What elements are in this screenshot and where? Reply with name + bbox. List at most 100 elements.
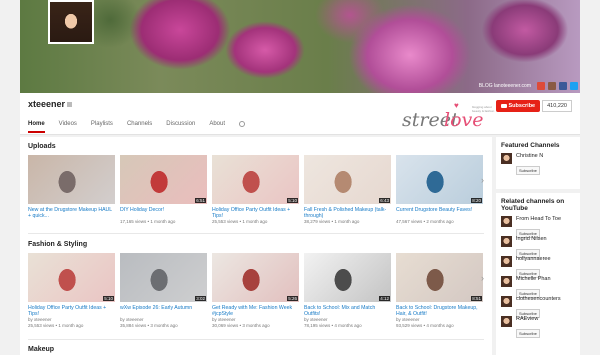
channel-item-name[interactable]: hollyannaeree [516,256,551,262]
search-icon[interactable] [239,121,245,127]
related-list: From Head To Toe Subscribe Ingrid Nilsen Su… [496,214,580,338]
avatar[interactable] [501,276,512,287]
video-title[interactable]: wXw Episode 26: Early Autumn [120,305,207,317]
video-meta: 47,567 views • 2 months ago [396,219,454,224]
video-card[interactable]: 5:26 Get Ready with Me: Fashion Week #jcp… [212,253,299,328]
video-meta: 25,553 views • 1 month ago [28,322,84,328]
video-title[interactable]: New at the Drugstore Makeup HAUL + quick… [28,207,115,219]
instagram-icon[interactable] [548,82,556,90]
next-arrow-icon[interactable]: › [481,273,489,287]
channel-item[interactable]: Christine N Subscribe [496,151,580,175]
video-card[interactable]: New at the Drugstore Makeup HAUL + quick… [28,155,115,225]
avatar[interactable] [501,316,512,327]
facebook-icon[interactable] [559,82,567,90]
video-card[interactable]: 6:43 Fall Fresh & Polished Makeup (talk-t… [304,155,391,225]
subscribe-button[interactable]: Subscribe [516,166,540,175]
channel-tabs: Home Videos Playlists Channels Discussio… [28,121,245,133]
video-card[interactable]: 6:51 DIY Holiday Decor! 17,165 views • 1 m… [120,155,207,225]
video-duration: 5:26 [287,296,298,301]
video-title[interactable]: Back to School: Mix and Match Outfits! [304,305,391,317]
video-card[interactable]: 8:20 Current Drugstore Beauty Faves! 47,56… [396,155,483,225]
related-title: Related channels on YouTube [501,198,565,212]
video-card[interactable]: 8:51 Back to School: Drugstore Makeup, Ha… [396,253,483,328]
tab-channels[interactable]: Channels [127,121,152,133]
channel-item-name[interactable]: From Head To Toe [516,216,561,222]
video-duration: 3:02 [195,296,206,301]
video-duration: 8:51 [471,296,482,301]
channel-item-name[interactable]: Christine N [516,153,543,159]
video-thumbnail[interactable]: 5:26 [212,253,299,302]
channel-item[interactable]: RAEview Subscribe [496,314,580,338]
twitter-icon[interactable] [570,82,578,90]
tab-discussion[interactable]: Discussion [166,121,195,133]
verified-icon [67,102,73,108]
video-card[interactable]: 5:10 Holiday Office Party Outfit Ideas + … [28,253,115,328]
video-title[interactable]: Holiday Office Party Outfit Ideas + Tips… [212,207,299,219]
video-thumbnail[interactable]: 6:43 [304,155,391,204]
avatar[interactable] [501,296,512,307]
main-content: Uploads New at the Drugstore Makeup HAUL… [20,137,492,355]
tab-home[interactable]: Home [28,121,45,133]
video-card[interactable]: 4:12 Back to School: Mix and Match Outfit… [304,253,391,328]
blog-link[interactable]: BLOG lanoteeener.com [479,83,531,89]
channel-header: xteeener Home Videos Playlists Channels … [20,93,580,135]
channel-avatar[interactable] [48,0,94,44]
video-duration: 6:51 [195,198,206,203]
video-duration: 4:12 [379,296,390,301]
tab-playlists[interactable]: Playlists [91,121,113,133]
video-card[interactable]: 3:02 wXw Episode 26: Early Autumn by xteee… [120,253,207,328]
section-title-makeup[interactable]: Makeup [28,346,54,353]
channel-item[interactable]: Michelle Phan Subscribe [496,274,580,298]
video-meta: 78,195 views • 4 months ago [304,322,362,328]
section-title-fashion[interactable]: Fashion & Styling [28,241,87,248]
video-meta: 17,165 views • 1 month ago [120,219,176,224]
channel-item-name[interactable]: Michelle Phan [516,276,551,282]
youtube-icon [500,104,507,108]
tab-about[interactable]: About [209,121,225,133]
video-thumbnail[interactable]: 8:20 [396,155,483,204]
channel-banner: BLOG lanoteeener.com [20,0,580,93]
divider [28,339,484,340]
subscriber-count: 410,220 [542,100,572,112]
channel-item-name[interactable]: clothesencounters [516,296,561,302]
video-title[interactable]: Get Ready with Me: Fashion Week #jcpStyl… [212,305,299,317]
channel-item[interactable]: From Head To Toe Subscribe [496,214,580,238]
subscribe-button[interactable]: Subscribe [495,100,541,112]
channel-item-name[interactable]: Ingrid Nilsen [516,236,547,242]
google-plus-icon[interactable] [537,82,545,90]
video-title[interactable]: DIY Holiday Decor! [120,207,207,219]
next-arrow-icon[interactable]: › [481,175,489,189]
video-thumbnail[interactable]: 8:51 [396,253,483,302]
section-title-uploads[interactable]: Uploads [28,143,56,150]
video-thumbnail[interactable]: 4:12 [304,253,391,302]
video-card[interactable]: 5:10 Holiday Office Party Outfit Ideas + … [212,155,299,225]
related-channels: Related channels on YouTube From Head To… [496,193,580,355]
channel-item[interactable]: Ingrid Nilsen Subscribe [496,234,580,258]
channel-item-name[interactable]: RAEview [516,316,540,322]
video-thumbnail[interactable]: 5:10 [28,253,115,302]
video-duration: 5:10 [103,296,114,301]
video-thumbnail[interactable]: 3:02 [120,253,207,302]
video-thumbnail[interactable]: 5:10 [212,155,299,204]
avatar[interactable] [501,236,512,247]
video-meta: 93,529 views • 4 months ago [396,322,454,328]
video-title[interactable]: Fall Fresh & Polished Makeup (talk-throu… [304,207,391,219]
avatar[interactable] [501,256,512,267]
channel-item[interactable]: clothesencounters Subscribe [496,294,580,318]
avatar[interactable] [501,216,512,227]
video-thumbnail[interactable] [28,155,115,204]
channel-item[interactable]: hollyannaeree Subscribe [496,254,580,278]
featured-channels: Featured Channels Christine N Subscribe [496,137,580,189]
streetlove-logo: ♥ street love blogging about beauty & fa… [402,101,495,131]
video-title[interactable]: Holiday Office Party Outfit Ideas + Tips… [28,305,115,317]
channel-name[interactable]: xteeener [28,99,73,109]
tab-videos[interactable]: Videos [59,121,77,133]
video-title[interactable]: Current Drugstore Beauty Faves! [396,207,483,219]
video-thumbnail[interactable]: 6:51 [120,155,207,204]
avatar[interactable] [501,153,512,164]
video-duration: 6:43 [379,198,390,203]
video-duration: 8:20 [471,198,482,203]
uploads-row: New at the Drugstore Makeup HAUL + quick… [28,155,483,225]
subscribe-button[interactable]: Subscribe [516,329,540,338]
video-title[interactable]: Back to School: Drugstore Makeup, Hair, … [396,305,483,317]
